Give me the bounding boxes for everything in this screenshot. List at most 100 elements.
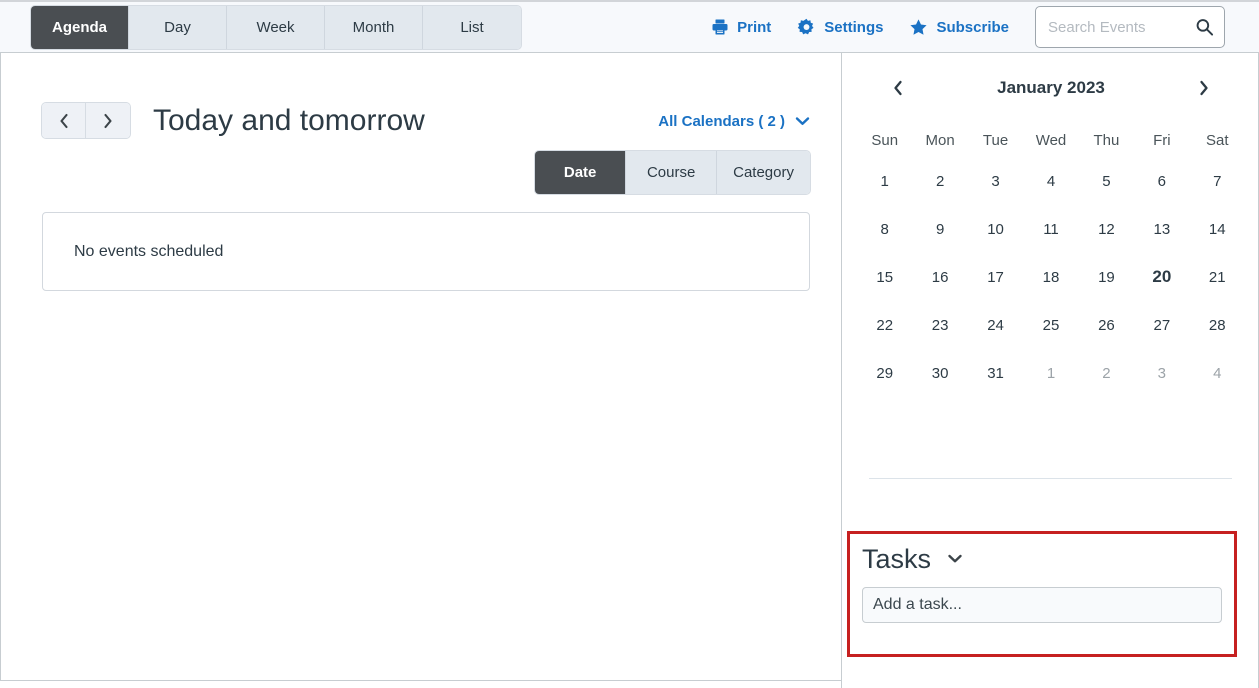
calendar-day[interactable]: 16	[912, 253, 967, 301]
weekday-header: Wed	[1035, 131, 1067, 149]
tab-list-label: List	[460, 18, 484, 36]
agenda-main-panel: Today and tomorrow All Calendars ( 2 ) D…	[0, 52, 841, 681]
mini-cal-month-label: January 2023	[997, 78, 1105, 97]
calendar-day[interactable]: 9	[912, 205, 967, 253]
tab-list[interactable]: List	[423, 5, 521, 49]
filter-tab-group: Date Course Category	[535, 151, 810, 194]
weekday-header: Sat	[1206, 131, 1229, 149]
tab-agenda-label: Agenda	[51, 18, 107, 36]
calendar-day[interactable]: 12	[1079, 205, 1134, 253]
search-icon[interactable]	[1195, 18, 1214, 37]
mini-calendar: January 2023 Sun Mon Tue Wed Thu Fri Sat	[857, 63, 1245, 397]
settings-button[interactable]: Settings	[797, 18, 883, 37]
page-title: Today and tomorrow	[153, 103, 425, 137]
subscribe-label: Subscribe	[936, 18, 1009, 36]
agenda-header: Today and tomorrow	[42, 103, 425, 138]
search-events-box[interactable]	[1035, 6, 1225, 48]
calendar-day[interactable]: 2	[912, 157, 967, 205]
calendar-day[interactable]: 18	[1023, 253, 1078, 301]
print-button[interactable]: Print	[711, 18, 771, 36]
tab-course[interactable]: Course	[626, 151, 718, 194]
weekday-header: Mon	[925, 131, 955, 149]
body-area: Today and tomorrow All Calendars ( 2 ) D…	[0, 52, 1259, 688]
mini-cal-next-month-button[interactable]	[1191, 75, 1217, 101]
tab-month[interactable]: Month	[325, 5, 423, 49]
calendar-day[interactable]: 3	[968, 157, 1023, 205]
tab-day[interactable]: Day	[129, 5, 227, 49]
weekday-header: Sun	[871, 131, 899, 149]
calendar-day[interactable]: 26	[1079, 301, 1134, 349]
calendar-day[interactable]: 30	[912, 349, 967, 397]
tab-date[interactable]: Date	[535, 151, 627, 194]
calendar-day[interactable]: 23	[912, 301, 967, 349]
next-period-button[interactable]	[86, 103, 130, 138]
mini-calendar-header: January 2023	[857, 63, 1245, 113]
tab-agenda[interactable]: Agenda	[31, 5, 129, 49]
weekday-header: Thu	[1093, 131, 1120, 149]
add-task-input[interactable]	[862, 587, 1222, 623]
calendar-day-today[interactable]: 20	[1134, 253, 1189, 301]
tab-course-label: Course	[646, 164, 696, 181]
chevron-down-icon	[795, 113, 810, 130]
calendar-day[interactable]: 5	[1079, 157, 1134, 205]
all-calendars-label: All Calendars ( 2 )	[658, 113, 785, 130]
tab-date-label: Date	[563, 164, 597, 181]
events-list-container: No events scheduled	[42, 212, 810, 291]
view-tab-group: Agenda Day Week Month List	[31, 5, 521, 49]
tab-category[interactable]: Category	[717, 151, 810, 194]
prev-period-button[interactable]	[42, 103, 86, 138]
calendar-day[interactable]: 17	[968, 253, 1023, 301]
calendar-day[interactable]: 22	[857, 301, 912, 349]
mini-calendar-grid: Sun Mon Tue Wed Thu Fri Sat 1 2 3 4 5 6 …	[857, 123, 1245, 397]
tab-category-label: Category	[733, 164, 794, 181]
tasks-panel: Tasks	[847, 531, 1237, 657]
tab-day-label: Day	[164, 18, 191, 36]
calendar-day[interactable]: 4	[1023, 157, 1078, 205]
weekday-header: Fri	[1153, 131, 1171, 149]
empty-state-text: No events scheduled	[74, 242, 224, 260]
calendar-page: Agenda Day Week Month List Print Setting…	[0, 0, 1259, 688]
calendar-day[interactable]: 11	[1023, 205, 1078, 253]
tab-week[interactable]: Week	[227, 5, 325, 49]
tab-month-label: Month	[352, 18, 395, 36]
calendar-day[interactable]: 28	[1190, 301, 1245, 349]
mini-cal-prev-month-button[interactable]	[885, 75, 911, 101]
calendar-day-outside[interactable]: 1	[1023, 349, 1078, 397]
tab-week-label: Week	[256, 18, 295, 36]
sidebar-panel: January 2023 Sun Mon Tue Wed Thu Fri Sat	[841, 52, 1259, 688]
sidebar-divider	[869, 478, 1232, 479]
tasks-title: Tasks	[862, 544, 932, 574]
subscribe-button[interactable]: Subscribe	[909, 18, 1009, 37]
settings-label: Settings	[824, 18, 884, 36]
chevron-down-icon[interactable]	[947, 551, 963, 569]
calendar-day[interactable]: 29	[857, 349, 912, 397]
agenda-nav-group	[42, 103, 130, 138]
calendar-day[interactable]: 21	[1190, 253, 1245, 301]
calendar-day-outside[interactable]: 4	[1190, 349, 1245, 397]
calendar-day[interactable]: 10	[968, 205, 1023, 253]
task-input-wrapper	[862, 587, 1222, 623]
calendar-day-outside[interactable]: 2	[1079, 349, 1134, 397]
calendar-day[interactable]: 27	[1134, 301, 1189, 349]
calendar-day[interactable]: 15	[857, 253, 912, 301]
printer-icon	[711, 18, 729, 36]
calendar-day[interactable]: 25	[1023, 301, 1078, 349]
toolbar-actions: Print Settings Subscribe	[711, 6, 1259, 48]
calendar-day[interactable]: 24	[968, 301, 1023, 349]
top-toolbar: Agenda Day Week Month List Print Setting…	[0, 0, 1259, 52]
calendar-day[interactable]: 6	[1134, 157, 1189, 205]
calendar-day[interactable]: 19	[1079, 253, 1134, 301]
calendar-day[interactable]: 8	[857, 205, 912, 253]
tasks-header[interactable]: Tasks	[850, 534, 1234, 573]
calendar-day[interactable]: 7	[1190, 157, 1245, 205]
print-label: Print	[737, 18, 772, 36]
calendar-day-outside[interactable]: 3	[1134, 349, 1189, 397]
star-icon	[909, 18, 928, 37]
calendar-day[interactable]: 31	[968, 349, 1023, 397]
calendar-day[interactable]: 14	[1190, 205, 1245, 253]
all-calendars-dropdown[interactable]: All Calendars ( 2 )	[658, 113, 810, 130]
gear-icon	[797, 18, 816, 37]
calendar-day[interactable]: 13	[1134, 205, 1189, 253]
weekday-header: Tue	[982, 131, 1009, 149]
calendar-day[interactable]: 1	[857, 157, 912, 205]
